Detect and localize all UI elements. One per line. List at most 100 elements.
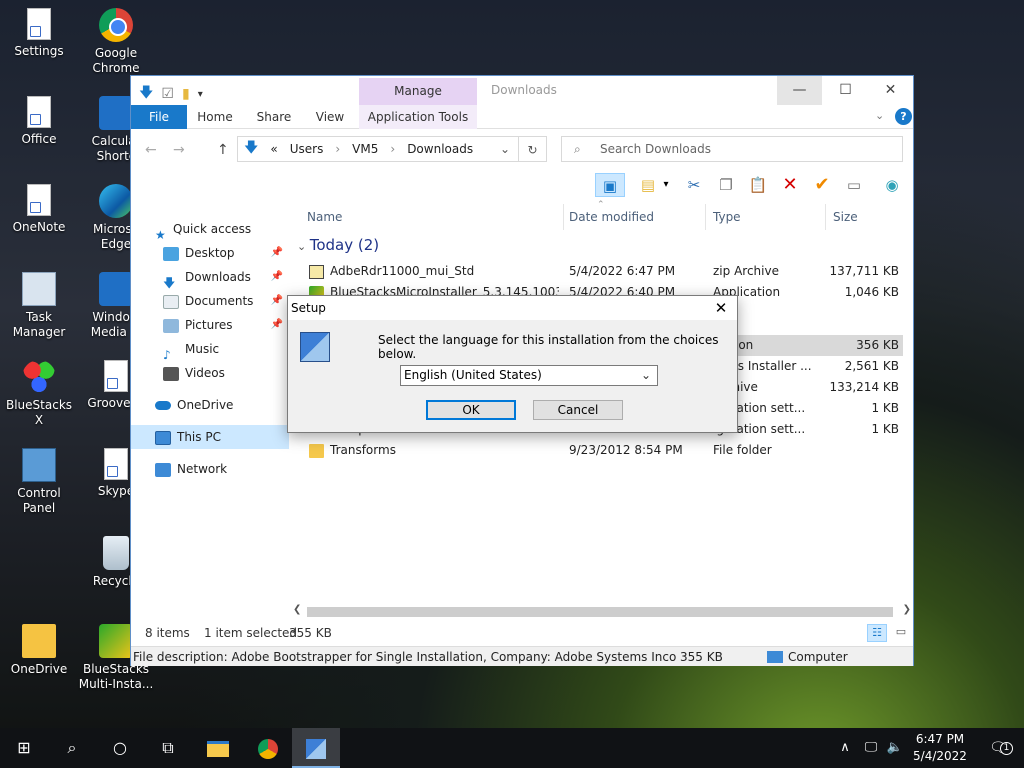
breadcrumb-downloads[interactable]: Downloads <box>407 142 473 156</box>
nav-this-pc[interactable]: This PC <box>131 425 289 449</box>
task-view-button[interactable]: ⧉ <box>144 728 192 768</box>
nav-onedrive[interactable]: OneDrive <box>131 393 289 417</box>
scroll-left-icon[interactable]: ❮ <box>293 604 301 615</box>
dialog-close-button[interactable]: ✕ <box>705 296 737 320</box>
file-name-text: Transforms <box>330 443 396 457</box>
address-bar[interactable]: 🡇 « Users › VM5 › Downloads ⌄ <box>237 136 519 162</box>
cancel-button[interactable]: Cancel <box>533 400 623 420</box>
dropdown-icon[interactable]: ▾ <box>659 173 673 197</box>
tab-manage[interactable]: Manage <box>359 78 477 105</box>
ribbon-tabs: File Home Share View Application Tools ⌄… <box>131 105 913 129</box>
check-icon[interactable]: ✔ <box>809 173 835 197</box>
shell-icon[interactable]: ◉ <box>879 173 905 197</box>
rename-icon[interactable]: ▭ <box>841 173 867 197</box>
collapse-chevron-icon: ⌄ <box>297 240 310 253</box>
group-header-today[interactable]: ⌄ Today (2) <box>297 236 379 254</box>
up-arrow-icon[interactable]: ↑ <box>217 142 229 158</box>
minimize-button[interactable]: — <box>777 76 822 105</box>
file-name: Transforms <box>309 440 559 461</box>
taskbar-chrome[interactable] <box>244 728 292 768</box>
skype-icon <box>104 448 128 480</box>
volume-tray-icon[interactable]: 🔈 <box>882 728 908 768</box>
nav-quick-access[interactable]: ★ Quick access <box>131 217 289 242</box>
search-input[interactable]: ⌕ Search Downloads <box>561 136 903 162</box>
nav-pictures[interactable]: Pictures 📌 <box>131 313 289 337</box>
back-arrow-icon[interactable]: ← <box>145 142 157 158</box>
address-overflow[interactable]: « <box>270 142 277 156</box>
file-size: 2,561 KB <box>844 359 899 373</box>
desktop-icon-office[interactable]: Office <box>0 96 78 147</box>
nav-music[interactable]: ♪ Music <box>131 337 289 362</box>
notification-center-button[interactable]: 🗨 1 <box>978 728 1018 768</box>
chevron-down-icon: ⌄ <box>640 368 651 382</box>
file-name: AdbeRdr11000_mui_Std <box>309 261 559 282</box>
system-clock[interactable]: 6:47 PM 5/4/2022 <box>908 731 972 765</box>
nav-desktop[interactable]: Desktop 📌 <box>131 241 289 265</box>
pictures-icon <box>163 318 179 333</box>
new-folder-icon[interactable]: ▮ <box>182 86 190 102</box>
details-view-button[interactable]: ☷ <box>867 624 887 642</box>
preview-pane-button[interactable]: ▣ <box>595 173 625 197</box>
desktop-icon-task-manager[interactable]: Task Manager <box>0 272 78 340</box>
cut-icon[interactable]: ✂ <box>681 173 707 197</box>
desktop-icon-chrome[interactable]: Google Chrome <box>77 8 155 76</box>
bluestacks-x-icon <box>22 360 56 394</box>
desktop-icon-label: OneDrive <box>10 662 68 676</box>
tab-view[interactable]: View <box>309 105 351 129</box>
column-header-name[interactable]: Name <box>307 206 342 228</box>
column-header-date[interactable]: Date modified <box>569 206 654 228</box>
column-header-type[interactable]: Type <box>713 206 741 228</box>
taskbar: ⊞ ⌕ ○ ⧉ ∧ 🖵 🔈 6:47 PM 5/4/2022 🗨 1 <box>0 728 1024 768</box>
horizontal-scrollbar[interactable]: ❮ ❯ <box>291 604 913 620</box>
scroll-right-icon[interactable]: ❯ <box>903 604 911 615</box>
network-tray-icon[interactable]: 🖵 <box>858 728 884 768</box>
dialog-title: Setup <box>291 301 326 315</box>
desktop-icon-control-panel[interactable]: Control Panel <box>0 448 78 516</box>
tab-share[interactable]: Share <box>251 105 297 129</box>
desktop-icon-onenote[interactable]: OneNote <box>0 184 78 235</box>
copy-icon[interactable]: ❐ <box>713 173 739 197</box>
chevron-down-icon[interactable]: ▾ <box>198 89 203 100</box>
nav-downloads[interactable]: 🡇 Downloads 📌 <box>131 265 289 290</box>
ribbon-expand-icon[interactable]: ⌄ <box>875 109 884 122</box>
media-player-icon <box>99 272 133 306</box>
taskbar-setup[interactable] <box>292 728 340 768</box>
search-button[interactable]: ⌕ <box>48 728 96 768</box>
breadcrumb-users[interactable]: Users <box>290 142 324 156</box>
start-button[interactable]: ⊞ <box>0 728 48 768</box>
scrollbar-thumb[interactable] <box>307 607 893 617</box>
desktop-icon-bluestacks-x[interactable]: BlueStacks X <box>0 360 78 428</box>
delete-icon[interactable]: ✕ <box>777 173 803 197</box>
nav-documents[interactable]: Documents 📌 <box>131 289 289 313</box>
nav-network[interactable]: Network <box>131 457 289 481</box>
show-hidden-icons-button[interactable]: ∧ <box>832 728 858 768</box>
cortana-button[interactable]: ○ <box>96 728 144 768</box>
address-dropdown-icon[interactable]: ⌄ <box>500 142 510 156</box>
ok-button[interactable]: OK <box>426 400 516 420</box>
table-row[interactable]: Transforms 9/23/2012 8:54 PM File folder <box>297 440 903 461</box>
language-select[interactable]: English (United States) ⌄ <box>400 365 658 386</box>
description-size: 355 KB <box>680 650 723 664</box>
forward-arrow-icon[interactable]: → <box>173 142 185 158</box>
properties-icon[interactable]: ☑ <box>161 86 174 102</box>
large-icons-view-button[interactable]: ▭ <box>891 624 911 642</box>
column-header-size[interactable]: Size <box>833 206 858 228</box>
new-folder-button[interactable]: ▤ <box>635 173 661 197</box>
taskbar-file-explorer[interactable] <box>194 728 242 768</box>
nav-videos[interactable]: Videos <box>131 361 289 385</box>
desktop-icon-onedrive[interactable]: OneDrive <box>0 624 78 677</box>
maximize-button[interactable]: ☐ <box>823 76 868 105</box>
table-row[interactable]: AdbeRdr11000_mui_Std 5/4/2022 6:47 PM zi… <box>297 261 903 282</box>
close-button[interactable]: ✕ <box>868 76 913 105</box>
down-arrow-icon[interactable]: 🡇 <box>139 82 153 106</box>
column-divider <box>825 204 826 230</box>
breadcrumb-vm5[interactable]: VM5 <box>352 142 378 156</box>
tab-application-tools[interactable]: Application Tools <box>359 105 477 129</box>
refresh-button[interactable]: ↻ <box>519 136 547 162</box>
help-icon[interactable]: ? <box>895 108 912 125</box>
desktop-icon-settings[interactable]: Settings <box>0 8 78 59</box>
breadcrumb-separator: › <box>390 142 396 156</box>
paste-icon[interactable]: 📋 <box>745 173 771 197</box>
tab-home[interactable]: Home <box>193 105 237 129</box>
tab-file[interactable]: File <box>131 105 187 129</box>
